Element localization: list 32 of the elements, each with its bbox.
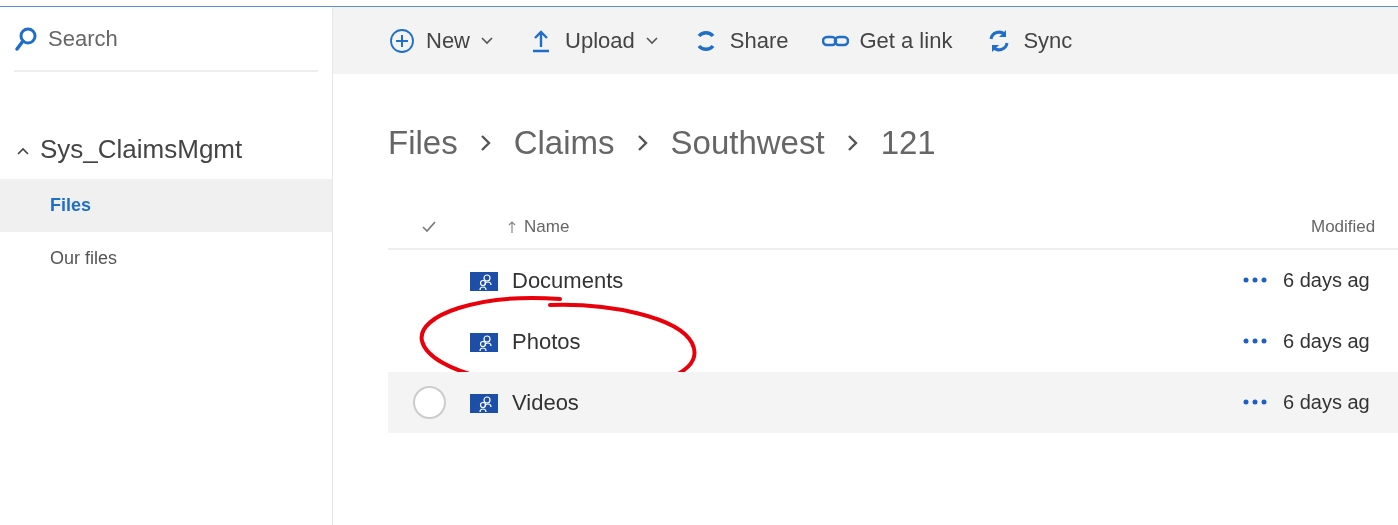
more-icon[interactable] xyxy=(1243,277,1267,283)
file-name[interactable]: Videos xyxy=(512,385,579,419)
chevron-right-icon xyxy=(479,133,492,152)
search-icon xyxy=(14,25,38,52)
modified-date: 6 days ag xyxy=(1283,268,1370,293)
column-header[interactable]: Modified xyxy=(1311,216,1376,236)
more-icon[interactable] xyxy=(1243,338,1267,344)
shared-folder-icon xyxy=(470,391,498,413)
sidebar-item[interactable]: Our files xyxy=(0,232,332,285)
column-header[interactable]: Name xyxy=(524,213,570,240)
toolbar-button[interactable]: Sync xyxy=(986,24,1073,57)
group-label[interactable]: Sys_ClaimsMgmt xyxy=(40,130,243,169)
chevron-right-icon xyxy=(636,133,649,152)
shared-folder-icon xyxy=(470,269,498,291)
toolbar-button[interactable]: Get a link xyxy=(822,24,953,57)
breadcrumb-item[interactable]: Claims xyxy=(513,118,615,168)
breadcrumb-item[interactable]: Files xyxy=(388,118,458,168)
shared-folder-icon xyxy=(470,330,498,352)
breadcrumb-item: 121 xyxy=(880,123,936,163)
modified-date: 6 days ag xyxy=(1283,329,1370,354)
check-icon[interactable] xyxy=(422,220,436,233)
modified-date: 6 days ag xyxy=(1283,390,1370,415)
toolbar-button[interactable]: New xyxy=(389,24,494,57)
toolbar-button[interactable]: Upload xyxy=(528,24,659,57)
toolbar-button[interactable]: Share xyxy=(692,24,789,57)
file-name[interactable]: Photos xyxy=(512,324,581,358)
file-name[interactable]: Documents xyxy=(512,263,624,297)
sidebar-item[interactable]: Files xyxy=(0,179,332,232)
more-icon[interactable] xyxy=(1243,399,1267,405)
breadcrumb-item[interactable]: Southwest xyxy=(670,118,825,168)
plus-icon xyxy=(389,27,416,54)
chevron-right-icon xyxy=(846,133,859,152)
